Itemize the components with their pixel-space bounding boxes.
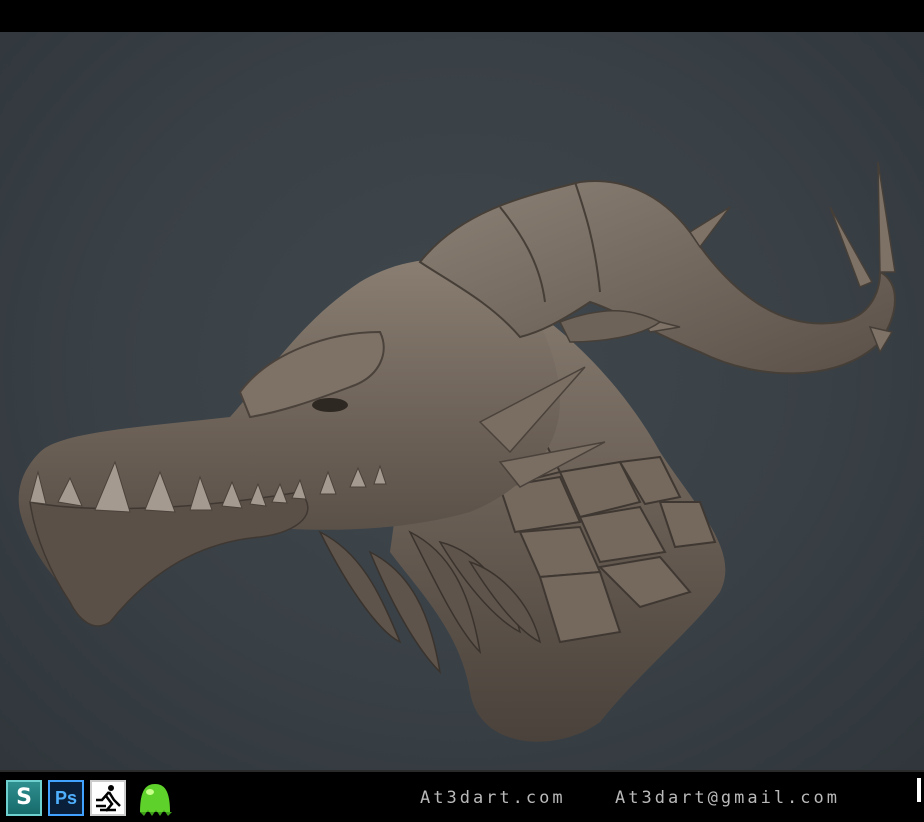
email-text: At3dart@gmail.com [615,788,840,808]
website-text: At3dart.com [420,788,566,808]
footer-divider [0,770,924,772]
zbrush-icon [90,780,126,816]
photoshop-icon: Ps [48,780,84,816]
substance-icon [134,780,176,816]
top-letterbox [0,0,924,32]
eye [312,398,348,412]
3ds-max-icon: S [6,780,42,816]
render-viewport [0,32,924,770]
lower-horn [558,310,662,343]
dragon-head-sculpt [18,161,896,742]
edge-marker [917,778,921,802]
footer-bar: S Ps At3dart.com At3dart@gmail.com [0,770,924,822]
